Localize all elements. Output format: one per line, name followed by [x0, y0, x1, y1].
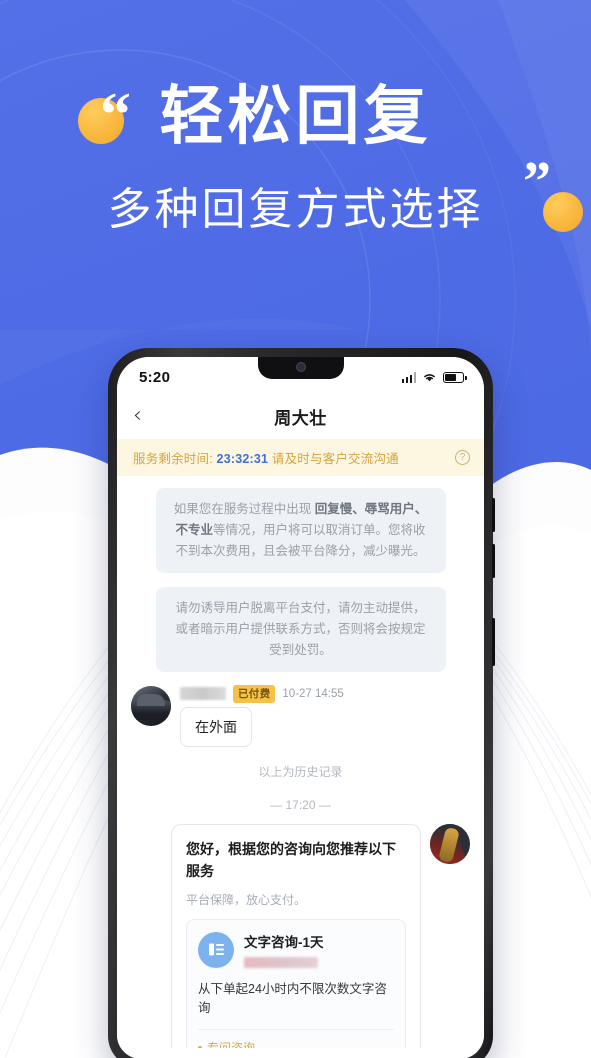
phone-side-button-power: [492, 618, 495, 666]
car-avatar[interactable]: [131, 686, 171, 726]
notice-suffix: 请及时与客户交流沟通: [268, 452, 399, 466]
service-tag: 专问咨询: [198, 1039, 394, 1048]
promo-headline-block: “ 轻松回复 多种回复方式选择 ”: [0, 72, 591, 238]
service-notice-text: 服务剩余时间: 23:32:31 请及时与客户交流沟通: [133, 448, 399, 467]
incoming-message-row: 已付费 10-27 14:55 在外面: [131, 684, 470, 747]
notice-countdown: 23:32:31: [216, 452, 269, 466]
sender-name-redacted: [180, 687, 226, 700]
service-product-card[interactable]: 文字咨询-1天 从下单起24小时内不限次数文字咨询 专问咨询: [186, 919, 406, 1048]
promo-screenshot: “ 轻松回复 多种回复方式选择 ” 5:20 ‹ 周大壮 服务剩余时间: 23:…: [0, 0, 591, 1058]
promo-subheadline-row: 多种回复方式选择 ”: [0, 154, 591, 238]
incoming-message-column: 已付费 10-27 14:55 在外面: [180, 684, 344, 747]
chat-title: 周大壮: [274, 408, 327, 428]
phone-mockup: 5:20 ‹ 周大壮 服务剩余时间: 23:32:31 请及时与客户交流沟通 ?…: [108, 348, 495, 1058]
notice-prefix: 服务剩余时间:: [133, 452, 217, 466]
incoming-message-bubble[interactable]: 在外面: [180, 707, 252, 747]
outgoing-message-row: 您好，根据您的咨询向您推荐以下服务 平台保障，放心支付。 文字咨询-1天 从下单…: [131, 824, 470, 1048]
status-badge: 已付费: [233, 684, 276, 703]
history-divider-note: 以上为历史记录: [258, 765, 343, 779]
service-card-divider: [198, 1029, 394, 1030]
incoming-message-meta: 已付费 10-27 14:55: [180, 684, 344, 703]
system-message-lead: 如果您在服务过程中出现: [173, 502, 315, 516]
quote-open-glyph: “: [100, 81, 132, 149]
recommendation-title: 您好，根据您的咨询向您推荐以下服务: [186, 841, 396, 879]
battery-icon: [443, 371, 467, 383]
recommendation-subtitle: 平台保障，放心支付。: [186, 893, 307, 907]
front-camera-icon: [295, 362, 306, 372]
system-message-bubble: 如果您在服务过程中出现 回复慢、辱骂用户、不专业等情况，用户将可以取消订单。您将…: [155, 488, 446, 573]
art-avatar[interactable]: [430, 824, 470, 864]
page-subtitle: 多种回复方式选择: [107, 184, 484, 235]
message-timestamp: 10-27 14:55: [282, 687, 344, 700]
service-description: 从下单起24小时内不限次数文字咨询: [198, 982, 387, 1015]
status-bar-icons: [401, 371, 467, 383]
chat-message-list[interactable]: 如果您在服务过程中出现 回复慢、辱骂用户、不专业等情况，用户将可以取消订单。您将…: [117, 476, 484, 1048]
document-list-icon: [198, 931, 234, 968]
status-bar-time: 5:20: [139, 368, 171, 386]
system-message-tail: 等情况，用户将可以取消订单。您将收不到本次费用，且会被平台降分，减少曝光。: [175, 523, 426, 558]
bullet-dot-icon: [198, 1045, 202, 1048]
service-price-redacted: [244, 957, 318, 968]
system-message-bubble: 请勿诱导用户脱离平台支付，请勿主动提供，或者暗示用户提供联系方式，否则将会按规定…: [155, 587, 446, 672]
phone-side-button-volume-down: [492, 544, 495, 578]
wifi-icon: [424, 374, 435, 382]
quote-open-mark: “: [78, 84, 148, 146]
phone-notch: [257, 357, 344, 379]
outgoing-message-bubble[interactable]: 您好，根据您的咨询向您推荐以下服务 平台保障，放心支付。 文字咨询-1天 从下单…: [171, 824, 421, 1048]
nav-bar: ‹ 周大壮: [117, 393, 484, 439]
service-card-header: 文字咨询-1天: [198, 931, 394, 968]
phone-side-button-volume-up: [492, 498, 495, 532]
quote-close-mark: ”: [519, 154, 585, 234]
service-tag-label: 专问咨询: [207, 1041, 256, 1048]
system-message-tail: 请勿诱导用户脱离平台支付，请勿主动提供，或者暗示用户提供联系方式，否则将会按规定…: [175, 601, 426, 657]
quote-close-glyph: ”: [523, 151, 551, 213]
service-card-titles: 文字咨询-1天: [244, 931, 324, 968]
question-mark-icon[interactable]: ?: [455, 450, 470, 465]
signal-bars-icon: [401, 371, 416, 383]
service-notice-bar: 服务剩余时间: 23:32:31 请及时与客户交流沟通 ?: [117, 439, 484, 476]
time-separator: — 17:20 —: [270, 798, 331, 812]
phone-screen: 5:20 ‹ 周大壮 服务剩余时间: 23:32:31 请及时与客户交流沟通 ?…: [117, 357, 484, 1058]
service-name: 文字咨询-1天: [244, 935, 324, 950]
